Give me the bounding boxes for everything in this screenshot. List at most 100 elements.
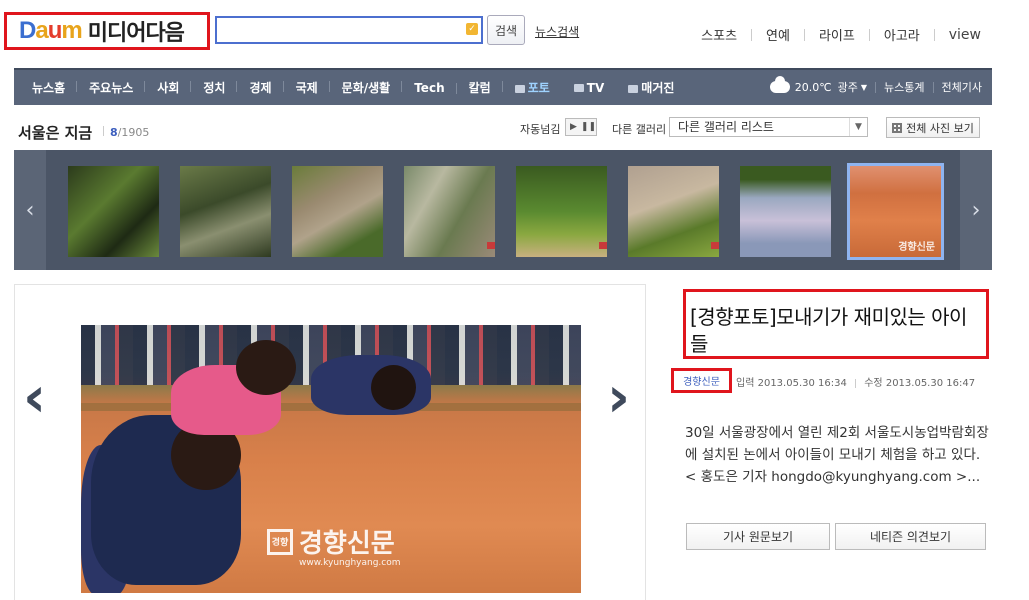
watermark-url: www.kyunghyang.com — [299, 558, 401, 568]
autoplay-label: 자동넘김 — [520, 123, 561, 136]
logo-text: 미디어다음 — [87, 21, 185, 46]
input-time: 2013.05.30 16:34 — [757, 378, 847, 389]
divider — [932, 81, 934, 93]
chevron-down-icon[interactable]: ▼ — [861, 83, 867, 92]
strip-prev-icon[interactable]: ‹ — [14, 150, 46, 270]
nav-item-politics[interactable]: 정치 — [191, 79, 238, 96]
divider — [868, 28, 870, 41]
search-input[interactable] — [217, 18, 481, 42]
nav-link-news-stats[interactable]: 뉴스통계 — [884, 79, 924, 95]
watermark-text: 경향신문 — [299, 529, 395, 559]
search-button[interactable]: 검색 — [487, 15, 525, 45]
nav-right: 20.0℃ 광주 ▼ 뉴스통계 전체기사 — [769, 76, 982, 95]
photo-detail — [236, 340, 296, 395]
weather-city[interactable]: 광주 — [838, 79, 858, 95]
photo-icon — [514, 84, 525, 93]
edit-label: 수정 — [864, 378, 883, 389]
nav-item-economy[interactable]: 경제 — [237, 79, 284, 96]
thumbnail[interactable] — [740, 166, 831, 257]
nav-item-magazine[interactable]: 매거진 — [616, 79, 686, 96]
nav-item-world[interactable]: 국제 — [284, 79, 330, 96]
comments-button[interactable]: 네티즌 의견보기 — [835, 523, 986, 550]
gallery-counter: 8/1905 — [103, 126, 149, 139]
next-photo-icon[interactable]: › — [607, 365, 630, 430]
other-gallery-label: 다른 갤러리 — [612, 123, 667, 136]
gallery-current: 8 — [110, 126, 118, 139]
gallery-total: /1905 — [117, 126, 150, 139]
article-title: [경향포토]모내기가 재미있는 아이들 — [690, 305, 967, 356]
main-nav: 뉴스홈 주요뉴스 사회 정치 경제 국제 문화/생활 Tech 칼럼 포토 TV… — [14, 68, 992, 105]
chevron-down-icon: ▼ — [849, 118, 867, 136]
search-box: ✓ — [215, 16, 483, 44]
press-name[interactable]: 경향신문 — [671, 368, 732, 393]
nav-item-news-home[interactable]: 뉴스홈 — [20, 79, 78, 96]
nav-item-photo[interactable]: 포토 — [503, 79, 562, 96]
thumbnail[interactable] — [404, 166, 495, 257]
thumbnail[interactable] — [180, 166, 271, 257]
thumbnail-strip: ‹ 경향신문 › — [14, 150, 992, 270]
thumbnail[interactable] — [628, 166, 719, 257]
weather-temp: 20.0℃ — [794, 80, 832, 94]
thumbnail-marker — [599, 242, 607, 249]
thumbnail-marker — [711, 242, 719, 249]
nav-item-top-news[interactable]: 주요뉴스 — [77, 79, 146, 96]
gallery-select-value: 다른 갤러리 리스트 — [678, 120, 774, 134]
top-link-life[interactable]: 라이프 — [819, 25, 855, 44]
thumbnail[interactable] — [68, 166, 159, 257]
nav-item-culture[interactable]: 문화/생활 — [330, 79, 403, 96]
top-link-view[interactable]: view — [949, 27, 981, 43]
prev-photo-icon[interactable]: ‹ — [23, 365, 46, 430]
original-article-button[interactable]: 기사 원문보기 — [686, 523, 830, 550]
nav-item-photo-label: 포토 — [527, 81, 550, 95]
divider — [103, 126, 104, 136]
photo-detail — [371, 365, 416, 410]
thumbnail-watermark: 경향신문 — [898, 242, 935, 253]
all-photos-label: 전체 사진 보기 — [906, 121, 974, 135]
top-link-entertainment[interactable]: 연예 — [766, 25, 790, 44]
logo[interactable]: Daum 미디어다음 — [4, 12, 210, 50]
photo-watermark: 경향 경향신문 www.kyunghyang.com — [267, 523, 401, 568]
pause-icon[interactable]: ❚❚ — [581, 119, 596, 135]
photo-viewer: ‹ 경향 경향신문 www.kyunghyang.com › — [14, 284, 646, 600]
nav-item-magazine-label: 매거진 — [641, 81, 675, 95]
strip-next-icon[interactable]: › — [960, 150, 992, 270]
gallery-title: 서울은 지금 — [18, 124, 93, 142]
divider — [803, 28, 805, 41]
gallery-select[interactable]: 다른 갤러리 리스트 ▼ — [669, 117, 868, 137]
divider — [751, 28, 753, 41]
divider — [875, 81, 877, 93]
article-title-box: [경향포토]모내기가 재미있는 아이들 — [683, 289, 989, 359]
nav-item-tv[interactable]: TV — [562, 81, 616, 95]
nav-item-tech[interactable]: Tech — [402, 81, 458, 95]
tv-icon — [573, 84, 584, 92]
article-summary: 30일 서울광장에서 열린 제2회 서울도시농업박람회장에 설치된 논에서 아이… — [685, 425, 989, 485]
nav-link-all-articles[interactable]: 전체기사 — [942, 79, 982, 95]
edit-time: 2013.05.30 16:47 — [885, 378, 976, 389]
nav-item-society[interactable]: 사회 — [145, 79, 192, 96]
article-meta: 입력 2013.05.30 16:34 수정 2013.05.30 16:47 — [736, 374, 975, 389]
all-photos-button[interactable]: 전체 사진 보기 — [886, 117, 980, 138]
daum-logo-icon: Daum — [19, 17, 83, 44]
divider — [933, 28, 935, 41]
play-icon[interactable]: ▶ — [566, 119, 581, 135]
cloud-weather-icon — [769, 76, 790, 93]
thumbnail[interactable] — [516, 166, 607, 257]
nav-item-column[interactable]: 칼럼 — [457, 79, 503, 96]
watermark-box: 경향 — [267, 528, 293, 555]
magazine-icon — [628, 84, 639, 93]
watermark-logo: 경향 경향신문 — [267, 523, 401, 560]
grid-icon — [892, 122, 903, 133]
thumbnail[interactable] — [292, 166, 383, 257]
top-links: 스포츠 연예 라이프 아고라 view — [701, 25, 981, 45]
top-link-sports[interactable]: 스포츠 — [701, 25, 737, 44]
thumbnail-selected[interactable]: 경향신문 — [847, 163, 944, 260]
main-photo[interactable]: 경향 경향신문 www.kyunghyang.com — [81, 325, 581, 593]
input-label: 입력 — [736, 378, 755, 389]
search-suggest-icon[interactable]: ✓ — [466, 23, 478, 35]
thumbnail-marker — [487, 242, 495, 249]
top-link-agora[interactable]: 아고라 — [884, 25, 920, 44]
autoplay-controls: ▶ ❚❚ — [565, 118, 597, 136]
divider — [855, 378, 857, 388]
nav-item-tv-label: TV — [586, 80, 605, 95]
news-search-link[interactable]: 뉴스검색 — [535, 23, 579, 40]
